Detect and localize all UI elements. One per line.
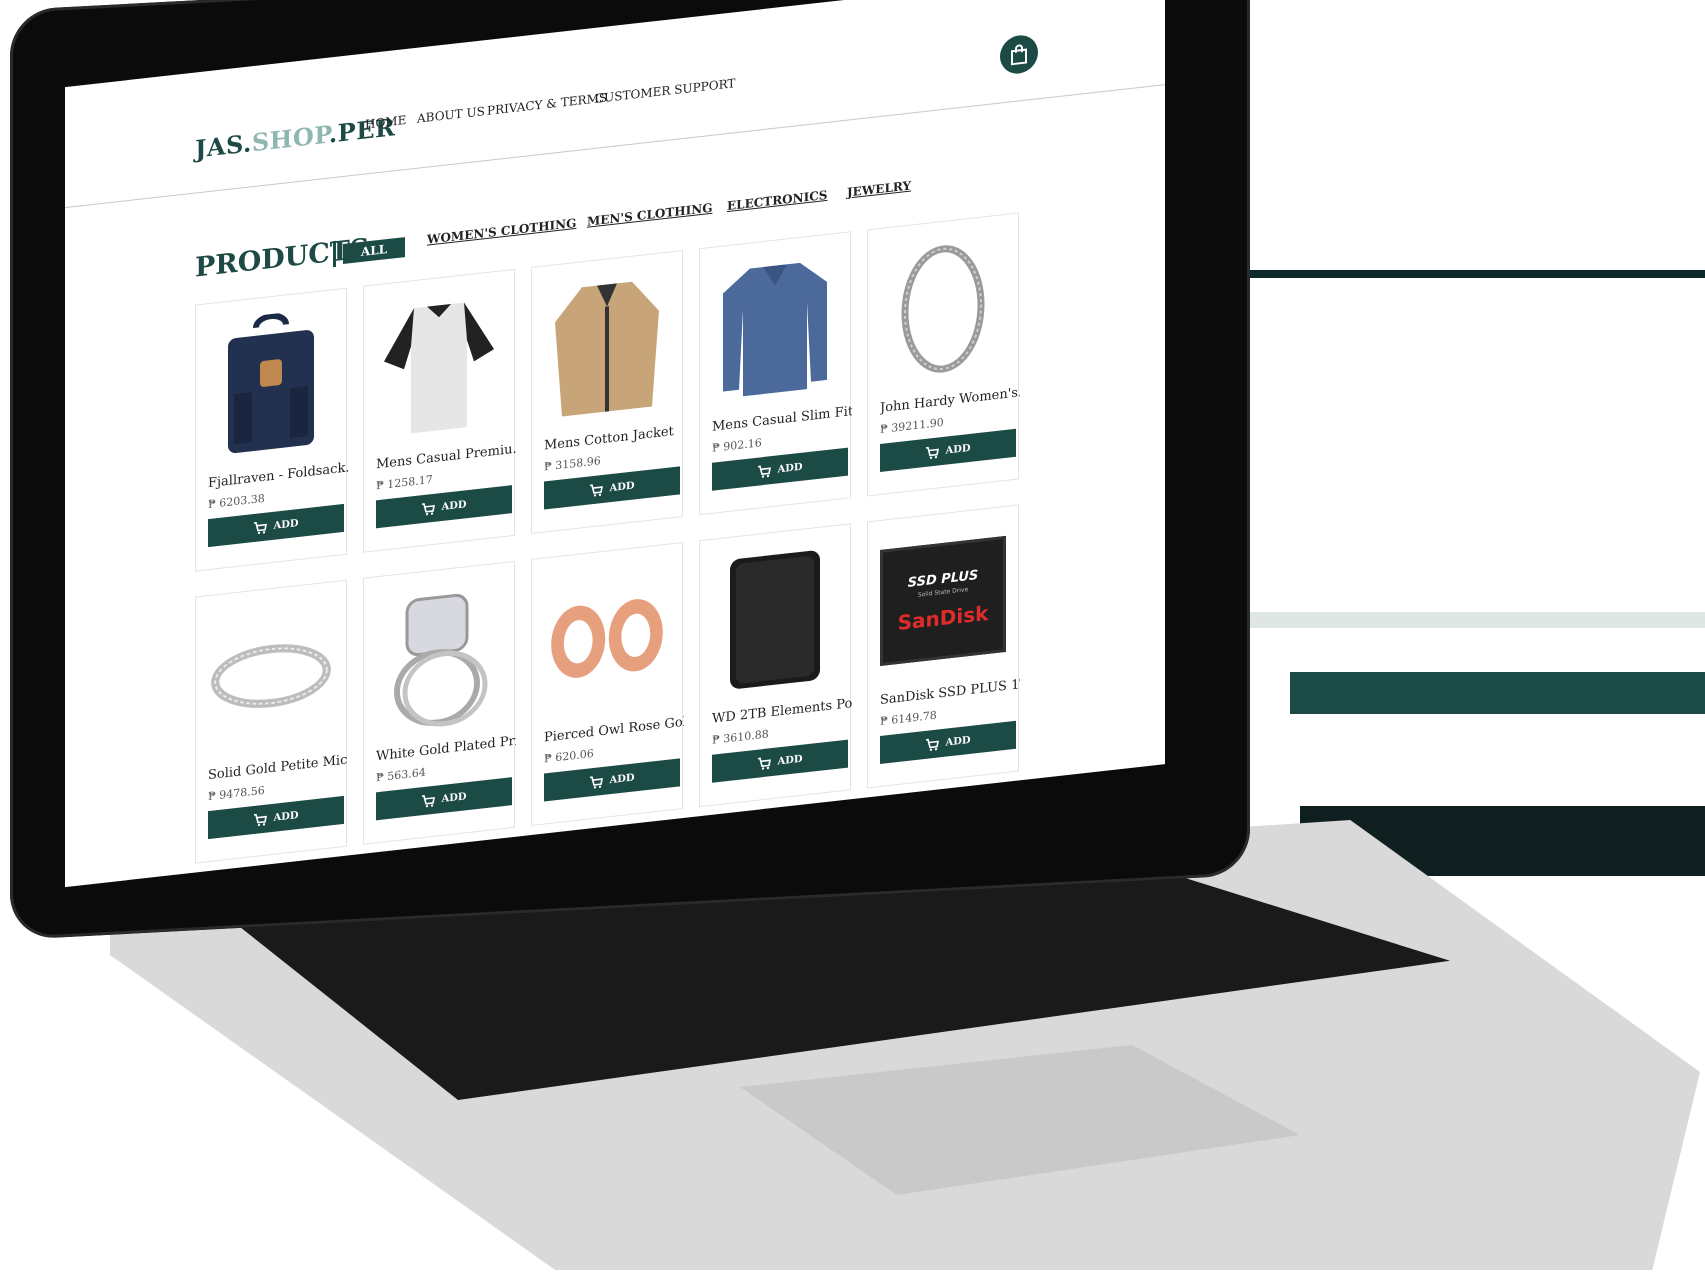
cart-icon xyxy=(422,794,436,807)
add-to-cart-button[interactable]: ADD xyxy=(712,447,848,491)
product-card[interactable]: WD 2TB Elements Po... ₱ 3610.88 ADD xyxy=(699,523,852,808)
category-jewelry[interactable]: JEWELRY xyxy=(847,179,911,200)
product-price: ₱ 620.06 xyxy=(544,746,594,766)
add-button-label: ADD xyxy=(777,753,803,767)
add-button-label: ADD xyxy=(609,771,635,786)
add-button-label: ADD xyxy=(441,790,467,805)
bracelet-product-image[interactable] xyxy=(880,227,1006,391)
product-price: ₱ 3158.96 xyxy=(544,454,601,474)
product-card[interactable]: Pierced Owl Rose Gol... ₱ 620.06 ADD xyxy=(531,542,684,827)
product-card[interactable]: Mens Casual Premiu... ₱ 1258.17 ADD xyxy=(363,268,516,553)
add-to-cart-button[interactable]: ADD xyxy=(208,503,344,548)
laptop-lid: JAS.SHOP.PER HOME ABOUT US PRIVACY & TER… xyxy=(10,0,1250,941)
add-button-label: ADD xyxy=(273,517,299,532)
cart-button[interactable] xyxy=(1000,33,1038,76)
diamond-ring-product-image[interactable] xyxy=(376,575,502,739)
product-name[interactable]: SanDisk SSD PLUS 1T... xyxy=(880,677,1020,708)
product-name[interactable]: Solid Gold Petite Mic... xyxy=(208,752,348,783)
product-name[interactable]: WD 2TB Elements Po... xyxy=(712,696,852,727)
laptop-screen: JAS.SHOP.PER HOME ABOUT US PRIVACY & TER… xyxy=(65,0,1165,888)
add-to-cart-button[interactable]: ADD xyxy=(544,466,680,510)
product-name[interactable]: John Hardy Women's... xyxy=(880,385,1020,416)
cart-icon xyxy=(758,464,772,478)
backpack-product-image[interactable] xyxy=(208,302,334,466)
cart-icon xyxy=(926,446,940,459)
product-price: ₱ 6203.38 xyxy=(208,491,265,512)
product-price: ₱ 6149.78 xyxy=(880,708,937,728)
product-price: ₱ 902.16 xyxy=(712,436,762,455)
cart-icon xyxy=(422,502,436,515)
brand-part: SHOP xyxy=(251,119,329,158)
product-card[interactable]: Solid Gold Petite Mic... ₱ 9478.56 ADD xyxy=(195,579,348,864)
add-to-cart-button[interactable]: ADD xyxy=(880,428,1016,472)
product-price: ₱ 39211.90 xyxy=(880,415,944,436)
category-mens-clothing[interactable]: MEN'S CLOTHING xyxy=(587,201,712,229)
cart-icon xyxy=(590,483,604,497)
tshirt-product-image[interactable] xyxy=(376,283,502,447)
add-to-cart-button[interactable]: ADD xyxy=(208,795,344,840)
cart-icon xyxy=(254,521,268,534)
product-name[interactable]: Pierced Owl Rose Gol... xyxy=(544,715,684,746)
shopping-bag-icon xyxy=(1011,44,1027,66)
add-button-label: ADD xyxy=(777,461,803,475)
product-card[interactable]: SSD PLUS Solid State Drive SanDisk SanDisk … xyxy=(867,504,1020,789)
add-button-label: ADD xyxy=(273,809,299,824)
product-card[interactable]: Mens Casual Slim Fit ₱ 902.16 ADD xyxy=(699,231,852,516)
product-card[interactable]: John Hardy Women's... ₱ 39211.90 ADD xyxy=(867,212,1020,497)
nav-about-us[interactable]: ABOUT US xyxy=(417,104,485,126)
cart-icon xyxy=(254,813,268,826)
product-name[interactable]: Mens Casual Premiu... xyxy=(376,442,516,473)
product-name[interactable]: Mens Casual Slim Fit xyxy=(712,404,852,435)
add-button-label: ADD xyxy=(945,734,971,749)
add-to-cart-button[interactable]: ADD xyxy=(712,739,848,783)
hard-drive-product-image[interactable] xyxy=(712,538,838,702)
add-button-label: ADD xyxy=(441,498,467,513)
earrings-product-image[interactable] xyxy=(544,556,670,720)
product-name[interactable]: Mens Cotton Jacket xyxy=(544,423,684,454)
add-to-cart-button[interactable]: ADD xyxy=(880,720,1016,764)
brand-part: JAS. xyxy=(195,128,252,164)
ring-product-image[interactable] xyxy=(208,594,334,758)
ssd-product-image[interactable]: SSD PLUS Solid State Drive SanDisk xyxy=(880,519,1006,683)
divider xyxy=(333,240,336,268)
navbar: JAS.SHOP.PER HOME ABOUT US PRIVACY & TER… xyxy=(65,0,1165,209)
nav-privacy-terms[interactable]: PRIVACY & TERMS xyxy=(487,91,607,118)
product-price: ₱ 1258.17 xyxy=(376,472,433,493)
product-card[interactable]: White Gold Plated Pri... ₱ 563.64 ADD xyxy=(363,560,516,845)
product-price: ₱ 9478.56 xyxy=(208,783,265,804)
add-to-cart-button[interactable]: ADD xyxy=(376,485,512,529)
product-card[interactable]: Mens Cotton Jacket ₱ 3158.96 ADD xyxy=(531,250,684,535)
sandisk-logo: SanDisk xyxy=(897,600,989,636)
product-price: ₱ 563.64 xyxy=(376,765,426,785)
nav-customer-support[interactable]: CUSTOMER SUPPORT xyxy=(595,76,735,106)
longsleeve-product-image[interactable] xyxy=(712,246,838,410)
add-to-cart-button[interactable]: ADD xyxy=(544,758,680,802)
add-button-label: ADD xyxy=(609,479,635,494)
background-band xyxy=(1290,672,1705,714)
product-name[interactable]: White Gold Plated Pri... xyxy=(376,734,516,765)
background-band xyxy=(1240,270,1705,278)
category-electronics[interactable]: ELECTRONICS xyxy=(727,188,827,213)
background-band xyxy=(1240,612,1705,628)
product-card[interactable]: Fjallraven - Foldsack... ₱ 6203.38 ADD xyxy=(195,287,348,572)
cart-icon xyxy=(590,775,604,789)
add-button-label: ADD xyxy=(945,442,971,457)
add-to-cart-button[interactable]: ADD xyxy=(376,777,512,821)
product-price: ₱ 3610.88 xyxy=(712,727,769,747)
jacket-product-image[interactable] xyxy=(544,264,670,428)
cart-icon xyxy=(926,738,940,751)
product-name[interactable]: Fjallraven - Foldsack... xyxy=(208,460,348,491)
cart-icon xyxy=(758,756,772,770)
category-womens-clothing[interactable]: WOMEN'S CLOTHING xyxy=(427,216,576,247)
